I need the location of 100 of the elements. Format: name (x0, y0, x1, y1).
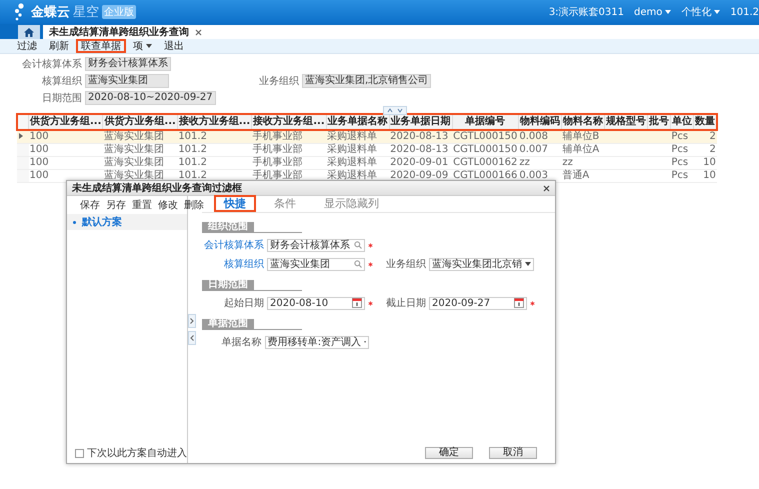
lookup-field[interactable]: 财务会计核算体系 (267, 238, 365, 252)
toolbar-button[interactable]: 退出 (159, 39, 189, 53)
caret-icon (525, 262, 531, 266)
scheme-item[interactable]: 默认方案 (67, 214, 187, 230)
page-tab[interactable] (18, 25, 40, 39)
toolbar-button[interactable]: 项 (128, 39, 157, 53)
readonly-field: 蓝海实业集团,北京销售公司 (302, 74, 432, 88)
required-icon (368, 262, 373, 266)
column-header[interactable]: 物料名称 (561, 114, 604, 130)
dropdown-field[interactable]: 费用移转单:资产调入 (264, 336, 370, 348)
table-cell: 10 (703, 157, 716, 168)
column-header[interactable]: 单位 (670, 114, 694, 130)
required-icon (368, 242, 373, 248)
table-cell: 100 (30, 170, 49, 181)
date-field[interactable]: 2020-08-10 (267, 296, 365, 310)
chevron-right-icon (190, 318, 194, 324)
header-menu[interactable]: demo (634, 5, 672, 19)
column-header[interactable]: 单据编号 (452, 114, 518, 130)
scheme-toolbar-button[interactable]: 另存 (103, 198, 129, 212)
dialog-tab[interactable]: 快捷 (214, 195, 256, 212)
close-icon[interactable] (195, 28, 202, 36)
field-label: 单据名称 (220, 336, 263, 349)
header-menu[interactable]: 101.2 (730, 5, 759, 19)
dropdown-field[interactable]: 蓝海实业集团北京销 (429, 258, 534, 270)
scheme-toolbar-button[interactable]: 重置 (129, 198, 155, 212)
field-link[interactable]: 会计核算体系 (202, 238, 267, 252)
column-header[interactable]: 规格型号 (604, 114, 648, 130)
table-cell: zz (562, 157, 573, 168)
field-label: 业务组织 (258, 74, 300, 88)
up-down-chevron-icon[interactable] (382, 106, 406, 115)
table-cell: 采购退料单 (327, 157, 378, 168)
close-icon[interactable] (543, 184, 550, 192)
scheme-toolbar-button[interactable]: 保存 (77, 198, 103, 212)
toolbar-button[interactable]: 过滤 (12, 39, 42, 53)
column-header[interactable]: 供货方业务组... (102, 114, 178, 130)
date-field[interactable]: 2020-09-27 (429, 296, 527, 310)
chevron-left-icon (190, 335, 194, 341)
scheme-toolbar-button[interactable]: 修改 (155, 198, 181, 212)
toolbar-button[interactable]: 刷新 (44, 39, 74, 53)
field-label: 截止日期 (385, 296, 427, 310)
field-label: 日期范围 (41, 92, 83, 105)
table-cell: 手机事业部 (252, 157, 303, 168)
column-header[interactable]: 数量 (693, 114, 717, 130)
home-icon (24, 28, 34, 36)
dialog-tab[interactable]: 条件 (264, 195, 306, 212)
header-menu[interactable]: 个性化 (681, 5, 720, 19)
table-cell: 采购退料单 (327, 131, 378, 142)
search-icon (354, 241, 362, 249)
lookup-field[interactable]: 蓝海实业集团 (267, 258, 365, 270)
logo-product: 星空 (73, 4, 99, 21)
readonly-field: 2020-08-10~2020-09-27 (85, 91, 216, 105)
column-header[interactable]: 供货方业务组... (28, 114, 103, 130)
expand-button[interactable] (188, 314, 196, 328)
caret-icon (364, 340, 366, 344)
table-cell: Pcs (671, 170, 688, 181)
scheme-toolbar-button[interactable]: 删除 (181, 198, 207, 212)
field-label: 业务组织 (385, 258, 427, 271)
column-header[interactable]: 接收方业务组... (177, 114, 252, 130)
dialog-button[interactable]: 确定 (425, 447, 473, 459)
column-header[interactable]: 接收方业务组... (252, 114, 326, 130)
search-icon (354, 260, 362, 268)
header-menu[interactable]: 3:演示账套0311 (548, 5, 624, 19)
table-cell: Pcs (671, 144, 688, 155)
caret-icon (665, 10, 672, 14)
table-cell: 采购退料单 (327, 170, 378, 181)
page-tab[interactable]: 未生成结算清单跨组织业务查询 (43, 25, 759, 39)
table-cell: CGTL000162 (453, 157, 518, 168)
dialog-button[interactable]: 取消 (489, 447, 537, 459)
dialog-tab[interactable]: 显示隐藏列 (314, 195, 389, 212)
table-cell: 蓝海实业集团 (104, 170, 164, 181)
table-cell: CGTL000150 (453, 131, 518, 142)
column-header[interactable]: 业务单据名称 (326, 114, 390, 130)
table-cell: Pcs (671, 131, 688, 142)
toolbar-button[interactable]: 联查单据 (76, 39, 126, 53)
required-icon (368, 300, 373, 306)
dialog-title: 未生成结算清单跨组织业务查询过滤框 (72, 182, 242, 195)
table-cell: CGTL000166 (453, 170, 518, 181)
edition-badge: 企业版 (102, 5, 136, 19)
column-header[interactable]: 业务单据日期 (389, 114, 452, 130)
checkbox[interactable] (75, 448, 84, 458)
collapse-button[interactable] (188, 331, 196, 345)
field-label: 会计核算体系 (21, 58, 83, 71)
table-cell: 2020-09-01 (390, 157, 448, 168)
field-label: 起始日期 (223, 296, 265, 310)
table-cell: 普通A (562, 170, 590, 181)
field-label: 核算组织 (41, 74, 83, 88)
table-cell: 2020-09-09 (390, 170, 448, 181)
bullet-icon (73, 220, 76, 224)
table-cell: CGTL000150 (453, 144, 518, 155)
table-cell: 101.2 (178, 157, 207, 168)
table-cell: 2 (709, 144, 716, 155)
field-link[interactable]: 核算组织 (202, 257, 267, 271)
column-header[interactable]: 物料编码 (518, 114, 562, 130)
table-cell: 0.003 (519, 170, 548, 181)
caret-icon (714, 10, 720, 14)
table-cell: 100 (30, 131, 49, 142)
table-cell: 手机事业部 (252, 144, 303, 155)
table-cell: 100 (30, 144, 49, 155)
table-cell: 采购退料单 (327, 144, 378, 155)
column-header[interactable]: 批号 (647, 114, 670, 130)
